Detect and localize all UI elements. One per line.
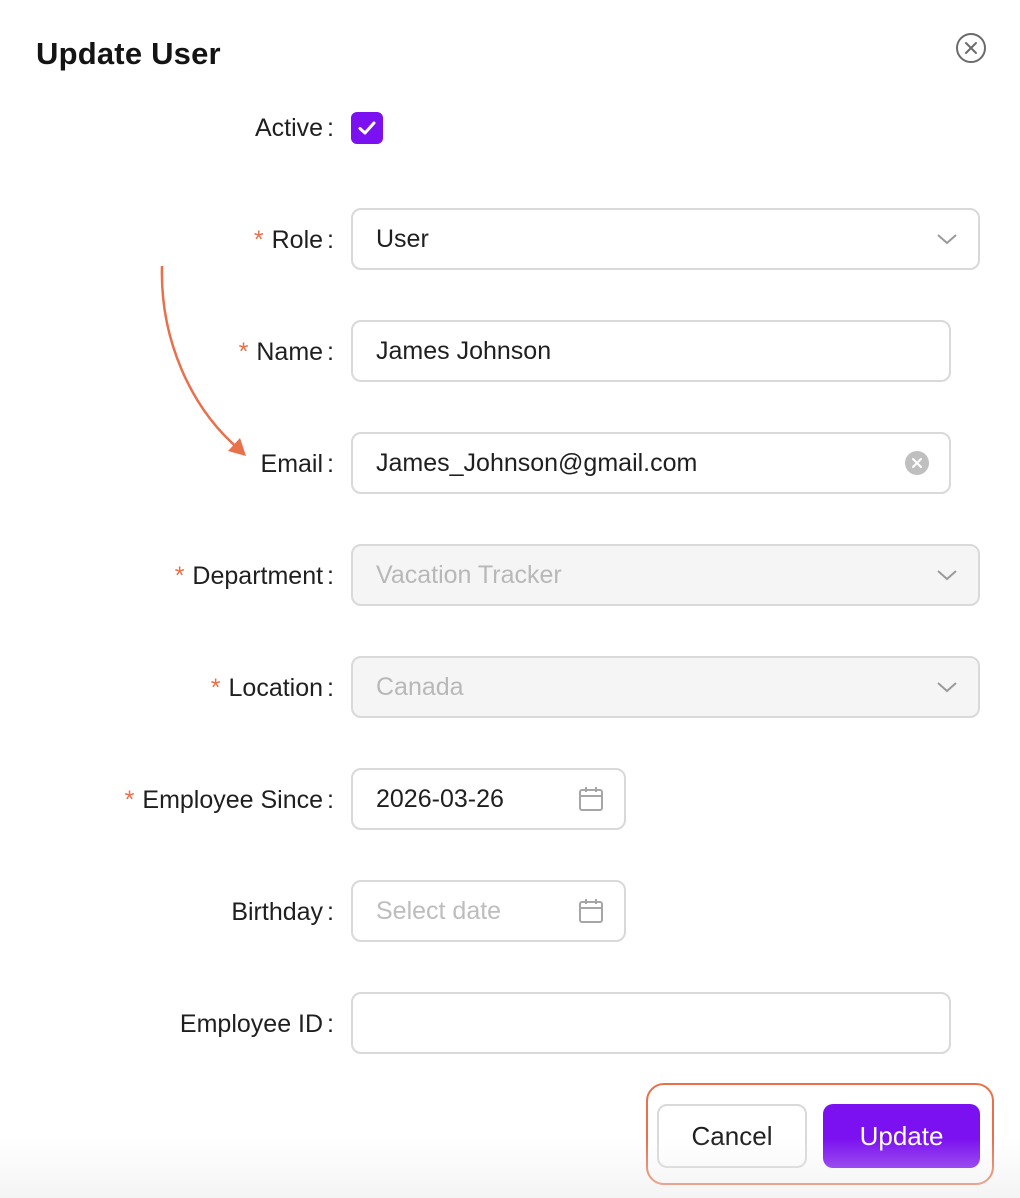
name-label-text: Name (256, 337, 324, 366)
update-button[interactable]: Update (823, 1104, 980, 1168)
employee-id-label-text: Employee ID (179, 1009, 324, 1038)
location-select-value: Canada (376, 672, 464, 701)
employee-since-datepicker[interactable]: 2026-03-26 (351, 768, 626, 830)
clear-icon (905, 451, 929, 475)
calendar-icon (579, 787, 603, 811)
role-label: * Role: (254, 208, 334, 272)
department-label-text: Department (192, 561, 324, 590)
active-label-text: Active (254, 113, 324, 142)
required-mark: * (238, 337, 249, 366)
row-birthday: Birthday: Select date (0, 880, 1020, 944)
name-input-value: James Johnson (376, 336, 552, 365)
chevron-down-icon (937, 570, 957, 581)
label-colon: : (327, 113, 334, 142)
label-colon: : (327, 785, 334, 814)
required-mark: * (253, 225, 264, 254)
row-active: Active: (0, 96, 1020, 160)
close-button[interactable] (955, 32, 987, 64)
employee-id-input[interactable] (351, 992, 951, 1054)
required-mark: * (174, 561, 185, 590)
label-colon: : (327, 225, 334, 254)
email-input[interactable]: James_Johnson@gmail.com (351, 432, 951, 494)
email-label: Email: (261, 432, 334, 496)
location-select: Canada (351, 656, 980, 718)
label-colon: : (327, 449, 334, 478)
role-label-text: Role (271, 225, 324, 254)
required-mark: * (124, 785, 135, 814)
chevron-down-icon (937, 234, 957, 245)
row-email: Email: James_Johnson@gmail.com (0, 432, 1020, 496)
department-label: * Department: (175, 544, 334, 608)
label-colon: : (327, 897, 334, 926)
row-name: * Name: James Johnson (0, 320, 1020, 384)
row-employee-id: Employee ID: (0, 992, 1020, 1056)
name-label: * Name: (239, 320, 334, 384)
birthday-label: Birthday: (231, 880, 334, 944)
update-user-modal: Update User Active: * Role: User * Name … (0, 0, 1020, 1198)
modal-title: Update User (36, 36, 221, 71)
birthday-label-text: Birthday (231, 897, 324, 926)
location-label: * Location: (211, 656, 334, 720)
row-location: * Location: Canada (0, 656, 1020, 720)
role-select-value: User (376, 224, 429, 253)
row-employee-since: * Employee Since: 2026-03-26 (0, 768, 1020, 832)
required-mark: * (210, 673, 221, 702)
chevron-down-icon (937, 682, 957, 693)
email-clear-button[interactable] (905, 451, 929, 475)
row-role: * Role: User (0, 208, 1020, 272)
email-input-value: James_Johnson@gmail.com (376, 448, 698, 477)
employee-since-label-text: Employee Since (142, 785, 324, 814)
label-colon: : (327, 673, 334, 702)
check-icon (358, 121, 376, 135)
department-select-value: Vacation Tracker (376, 560, 562, 589)
label-colon: : (327, 337, 334, 366)
label-colon: : (327, 1009, 334, 1038)
name-input[interactable]: James Johnson (351, 320, 951, 382)
close-circle-icon (956, 33, 986, 63)
employee-since-label: * Employee Since: (125, 768, 334, 832)
active-checkbox[interactable] (351, 112, 383, 144)
employee-id-label: Employee ID: (180, 992, 334, 1056)
cancel-button[interactable]: Cancel (657, 1104, 807, 1168)
location-label-text: Location (228, 673, 324, 702)
active-label: Active: (255, 96, 334, 160)
row-department: * Department: Vacation Tracker (0, 544, 1020, 608)
birthday-datepicker[interactable]: Select date (351, 880, 626, 942)
role-select[interactable]: User (351, 208, 980, 270)
calendar-icon (579, 899, 603, 923)
department-select: Vacation Tracker (351, 544, 980, 606)
label-colon: : (327, 561, 334, 590)
email-label-text: Email (260, 449, 324, 478)
